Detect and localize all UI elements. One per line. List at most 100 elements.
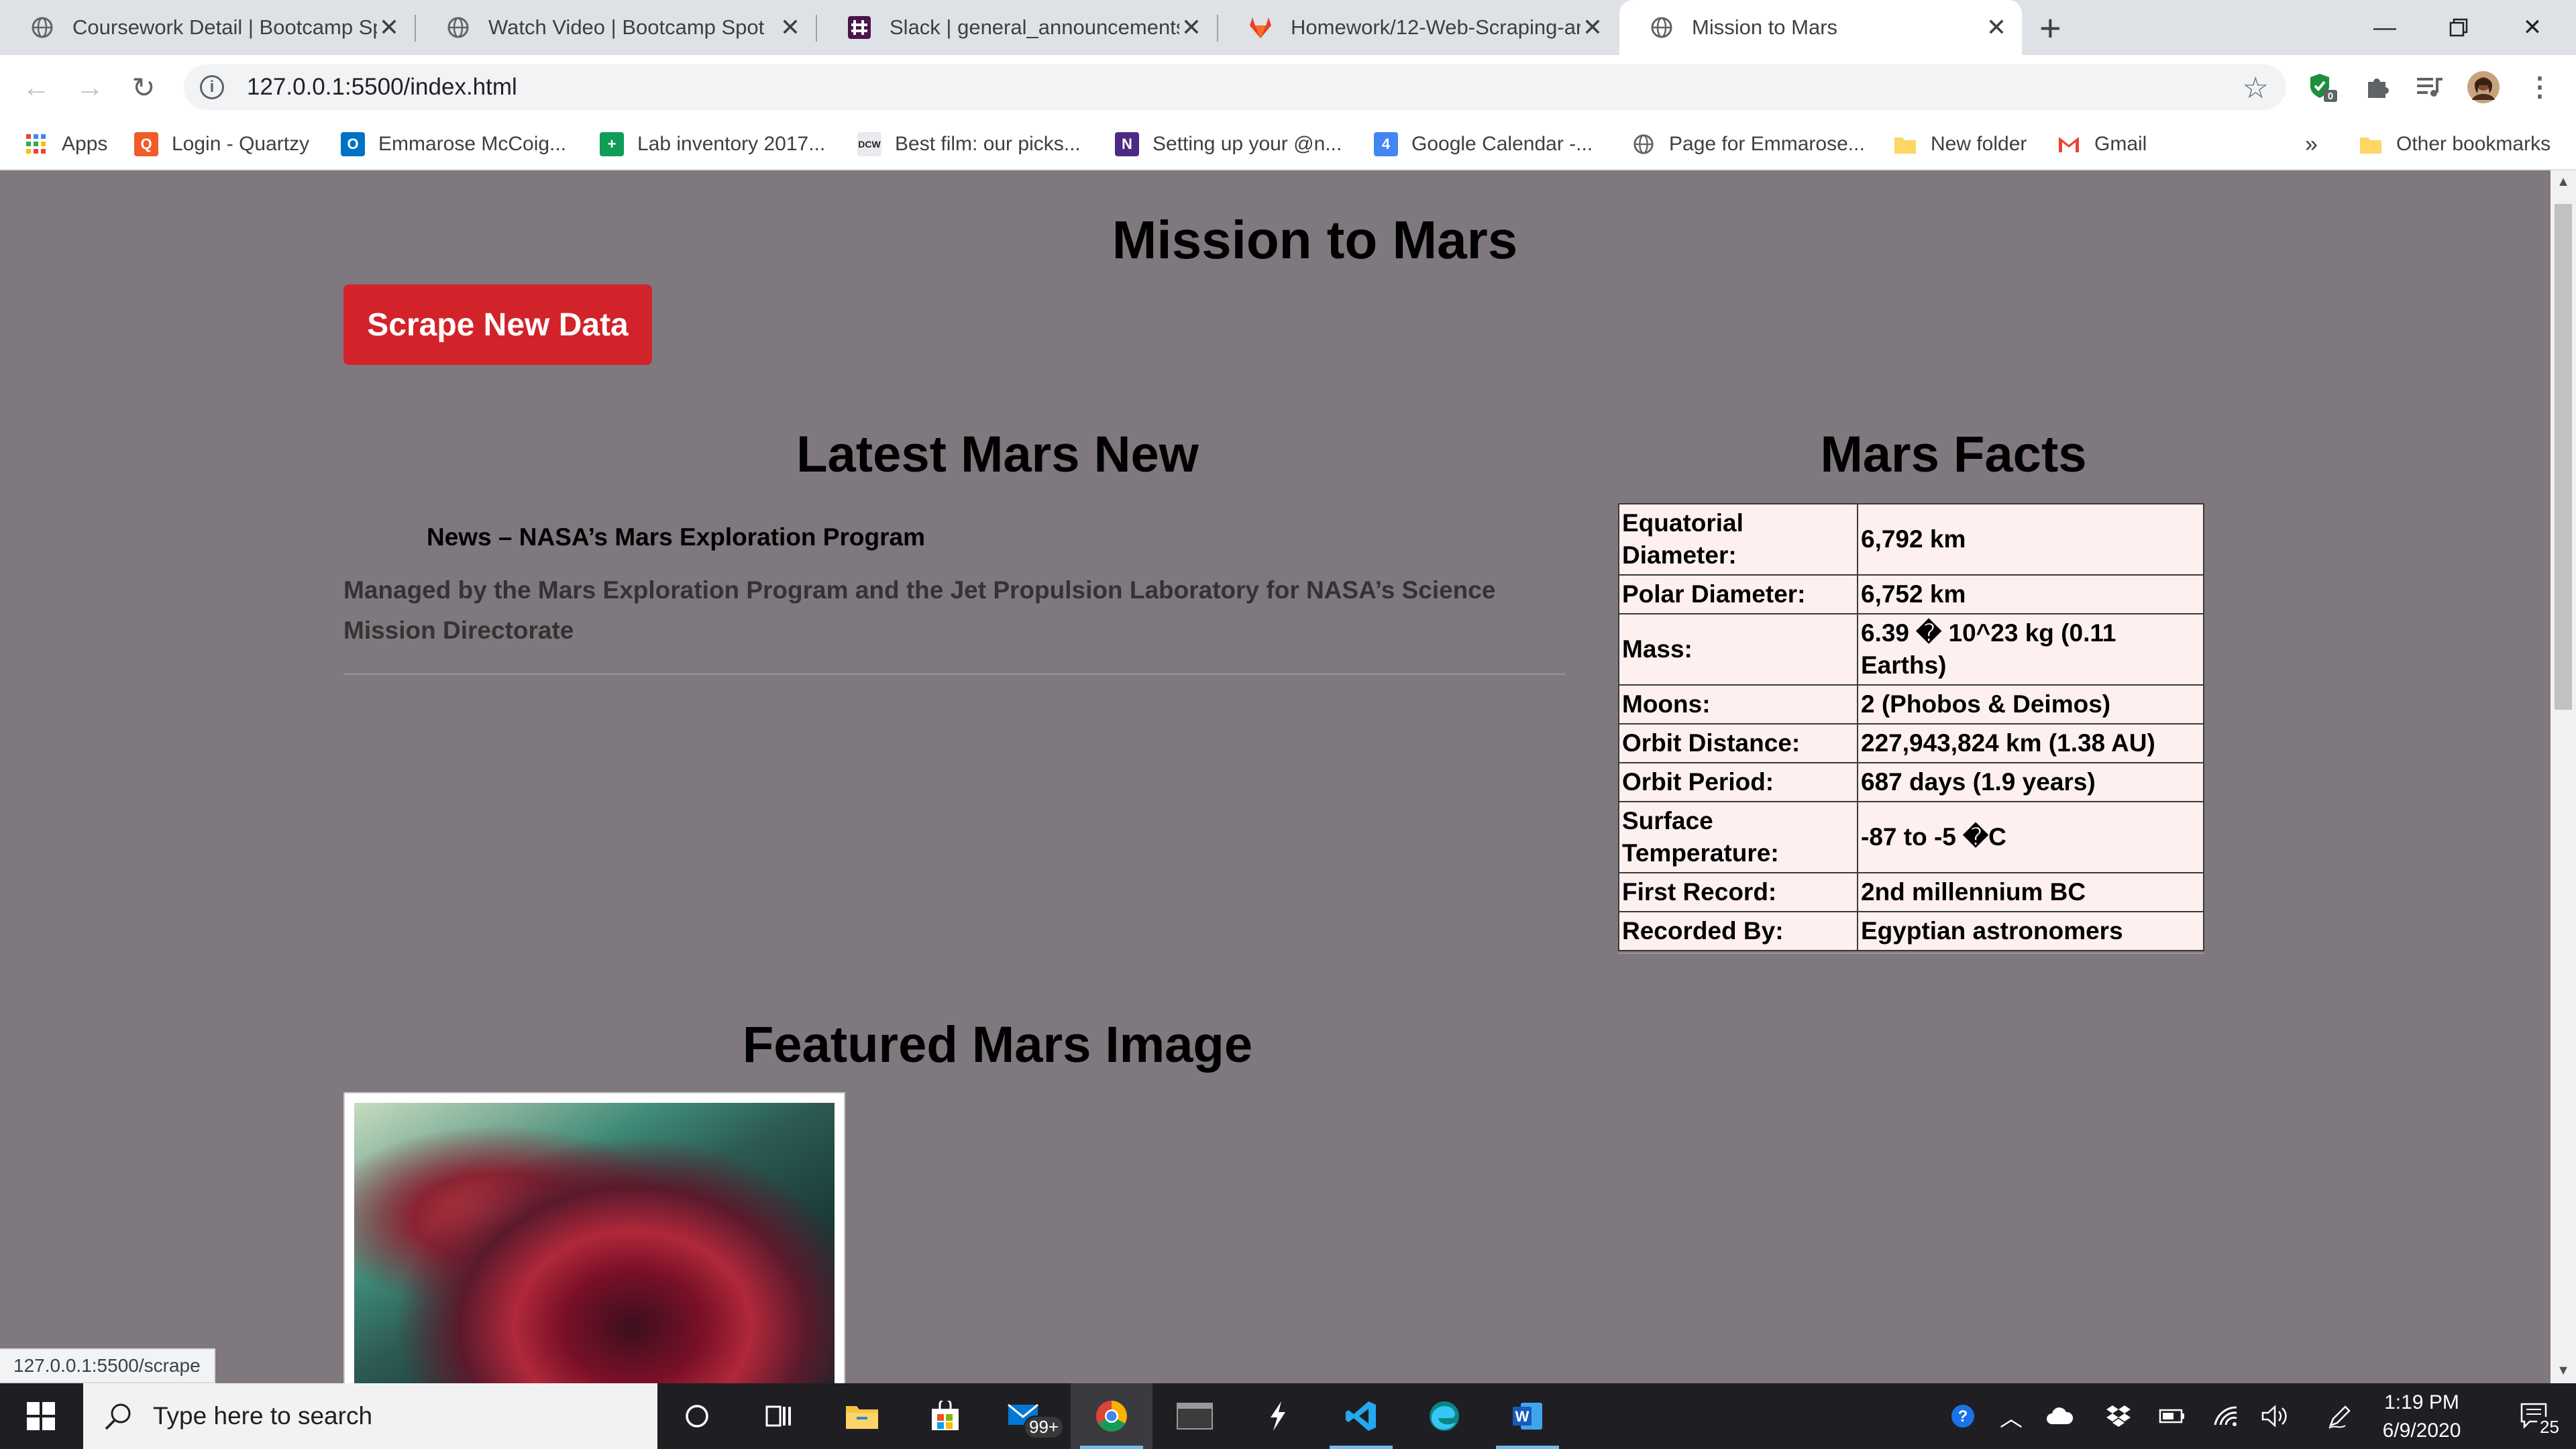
fact-key: Orbit Distance: — [1618, 723, 1858, 763]
edge-icon[interactable] — [1403, 1383, 1485, 1449]
bookmark-label: Login - Quartzy — [172, 133, 310, 155]
notification-count: 25 — [2537, 1417, 2562, 1438]
close-window-button[interactable]: ✕ — [2496, 0, 2569, 55]
bookmark-label: Emmarose McCoig... — [378, 133, 567, 155]
scroll-down-arrow[interactable]: ▼ — [2551, 1363, 2576, 1379]
close-icon[interactable]: ✕ — [1179, 13, 1203, 42]
page-scrollbar[interactable]: ▲ ▼ — [2551, 170, 2576, 1383]
extension-badge: 0 — [2328, 91, 2333, 102]
table-row: First Record: 2nd millennium BC — [1618, 872, 2204, 912]
bookmark-google-calendar[interactable]: 4 Google Calendar -... — [1374, 119, 1593, 169]
mail-icon[interactable]: 99+ — [987, 1383, 1069, 1449]
news-divider — [343, 674, 1566, 675]
featured-image-thumbnail[interactable] — [343, 1092, 845, 1383]
tab-strip: Coursework Detail | Bootcamp Spot ✕ Watc… — [0, 0, 2576, 55]
git-bash-icon[interactable] — [1237, 1383, 1319, 1449]
bookmark-label: Best film: our picks... — [895, 133, 1081, 155]
bookmarks-bar: Apps Q Login - Quartzy O Emmarose McCoig… — [0, 119, 2576, 170]
bookmark-gmail[interactable]: Gmail — [2057, 119, 2147, 169]
tab-slack[interactable]: Slack | general_announcements | ✕ — [817, 0, 1217, 55]
show-hidden-icons-chevron-icon[interactable]: ︿ — [1992, 1383, 2030, 1449]
fact-value: 6,792 km — [1857, 503, 2204, 576]
fact-value: -87 to -5 �C — [1857, 801, 2204, 873]
bookmark-northwestern[interactable]: N Setting up your @n... — [1115, 119, 1342, 169]
clock-date: 6/9/2020 — [2382, 1419, 2461, 1442]
clock-time: 1:19 PM — [2384, 1391, 2459, 1413]
outlook-icon: O — [341, 132, 365, 156]
table-row: Mass: 6.39 � 10^23 kg (0.11 Earths) — [1618, 613, 2204, 686]
fact-value: 6.39 � 10^23 kg (0.11 Earths) — [1857, 613, 2204, 686]
bookmark-page-for-emmarose[interactable]: Page for Emmarose... — [1631, 119, 1865, 169]
tab-mission-to-mars[interactable]: Mission to Mars ✕ — [1619, 0, 2022, 55]
scroll-up-arrow[interactable]: ▲ — [2551, 174, 2576, 190]
shield-check-extension-icon[interactable]: 0 — [2305, 70, 2340, 105]
bookmark-star-icon[interactable]: ☆ — [2243, 71, 2269, 105]
wifi-icon[interactable] — [2207, 1383, 2245, 1449]
start-button[interactable] — [0, 1383, 82, 1449]
help-icon[interactable]: ? — [1944, 1383, 1982, 1449]
battery-icon[interactable] — [2153, 1383, 2191, 1449]
back-button[interactable]: ← — [17, 68, 55, 106]
tab-title: Slack | general_announcements | — [890, 15, 1179, 39]
file-explorer-icon[interactable] — [821, 1383, 903, 1449]
close-icon[interactable]: ✕ — [778, 13, 802, 42]
tab-title: Mission to Mars — [1692, 15, 1838, 39]
globe-icon — [1649, 15, 1674, 40]
pen-workspace-icon[interactable] — [2321, 1383, 2359, 1449]
dropbox-icon[interactable] — [2100, 1383, 2137, 1449]
extensions-puzzle-icon[interactable] — [2360, 70, 2395, 105]
onedrive-icon[interactable] — [2039, 1383, 2080, 1449]
search-icon — [103, 1401, 133, 1431]
taskbar-clock[interactable]: 1:19 PM 6/9/2020 — [2361, 1389, 2482, 1445]
tab-gitlab[interactable]: Homework/12-Web-Scraping-and ✕ — [1218, 0, 1618, 55]
news-paragraph: Managed by the Mars Exploration Program … — [343, 576, 1496, 644]
microsoft-store-icon[interactable] — [904, 1383, 986, 1449]
url-text[interactable]: 127.0.0.1:5500/index.html — [247, 74, 517, 101]
bookmark-label: Setting up your @n... — [1152, 133, 1342, 155]
volume-icon[interactable] — [2257, 1383, 2294, 1449]
terminal-icon[interactable] — [1154, 1383, 1236, 1449]
bookmark-label: New folder — [1931, 133, 2027, 155]
taskbar-search-box[interactable]: Type here to search — [83, 1383, 657, 1449]
tab-title: Homework/12-Web-Scraping-and — [1291, 15, 1580, 39]
scrollbar-thumb[interactable] — [2555, 204, 2572, 710]
media-queue-icon[interactable] — [2412, 70, 2447, 105]
status-bar-url: 127.0.0.1:5500/scrape — [0, 1348, 215, 1383]
reload-button[interactable]: ↻ — [125, 68, 162, 106]
table-row: Moons: 2 (Phobos & Deimos) — [1618, 684, 2204, 724]
chrome-icon[interactable] — [1071, 1383, 1152, 1449]
notifications-icon[interactable]: 25 — [2496, 1383, 2576, 1449]
bookmark-apps[interactable]: Apps — [24, 119, 107, 169]
menu-kebab-icon[interactable]: ⋮ — [2522, 70, 2557, 105]
bookmarks-overflow-button[interactable]: » — [2305, 119, 2318, 169]
bookmark-best-film[interactable]: DCW Best film: our picks... — [857, 119, 1081, 169]
profile-avatar[interactable] — [2466, 70, 2501, 105]
close-icon[interactable]: ✕ — [377, 13, 401, 42]
forward-button[interactable]: → — [71, 68, 109, 106]
tab-watch-video[interactable]: Watch Video | Bootcamp Spot ✕ — [416, 0, 816, 55]
task-view-icon[interactable] — [738, 1383, 820, 1449]
browser-toolbar: ← → ↻ i 127.0.0.1:5500/index.html ☆ — [0, 55, 2576, 119]
bookmark-outlook[interactable]: O Emmarose McCoig... — [341, 119, 566, 169]
minimize-button[interactable]: — — [2348, 0, 2422, 55]
vscode-icon[interactable] — [1320, 1383, 1402, 1449]
restore-button[interactable] — [2422, 0, 2496, 55]
word-icon[interactable]: W — [1487, 1383, 1568, 1449]
new-tab-button[interactable]: + — [2039, 9, 2061, 47]
news-title: News – NASA’s Mars Exploration Program — [427, 523, 925, 551]
fact-value: 2 (Phobos & Deimos) — [1857, 684, 2204, 724]
scrape-new-data-button[interactable]: Scrape New Data — [343, 284, 652, 365]
info-icon[interactable]: i — [200, 75, 224, 99]
tab-coursework[interactable]: Coursework Detail | Bootcamp Spot ✕ — [0, 0, 415, 55]
bookmark-lab-inventory[interactable]: + Lab inventory 2017... — [600, 119, 825, 169]
bookmark-label: Gmail — [2094, 133, 2147, 155]
close-icon[interactable]: ✕ — [1580, 13, 1605, 42]
bookmark-new-folder[interactable]: New folder — [1893, 119, 2027, 169]
bookmark-quartzy[interactable]: Q Login - Quartzy — [134, 119, 309, 169]
address-bar[interactable]: i 127.0.0.1:5500/index.html ☆ — [184, 64, 2286, 110]
bookmark-label: Apps — [62, 133, 108, 155]
cortana-icon[interactable] — [656, 1383, 738, 1449]
bookmark-other-bookmarks[interactable]: Other bookmarks — [2359, 119, 2551, 169]
close-icon[interactable]: ✕ — [1984, 13, 2008, 42]
fact-key: Surface Temperature: — [1618, 801, 1858, 873]
